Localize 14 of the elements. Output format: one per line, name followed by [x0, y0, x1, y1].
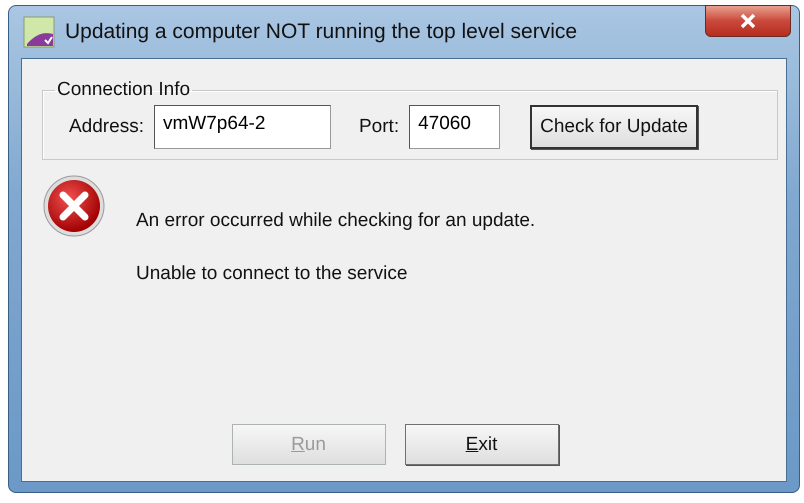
address-label: Address: [69, 116, 144, 138]
app-icon [23, 16, 55, 48]
dialog-button[interactable]: Exit [404, 424, 558, 465]
port-field[interactable]: 47060 [409, 105, 500, 149]
group-title: Connection Info [56, 79, 192, 101]
error-icon [42, 174, 106, 238]
check-update-button[interactable]: Check for Update [530, 105, 698, 149]
window-title: Updating a computer NOT running the top level service [65, 20, 578, 44]
close-button[interactable] [705, 5, 791, 37]
port-label: Port: [358, 116, 400, 138]
message-text: An error occurred while checking for an update. [136, 210, 536, 232]
close-icon [738, 13, 758, 29]
address-field[interactable]: vmW7p64-2 [154, 105, 331, 149]
message-text: Unable to connect to the service [136, 263, 408, 285]
